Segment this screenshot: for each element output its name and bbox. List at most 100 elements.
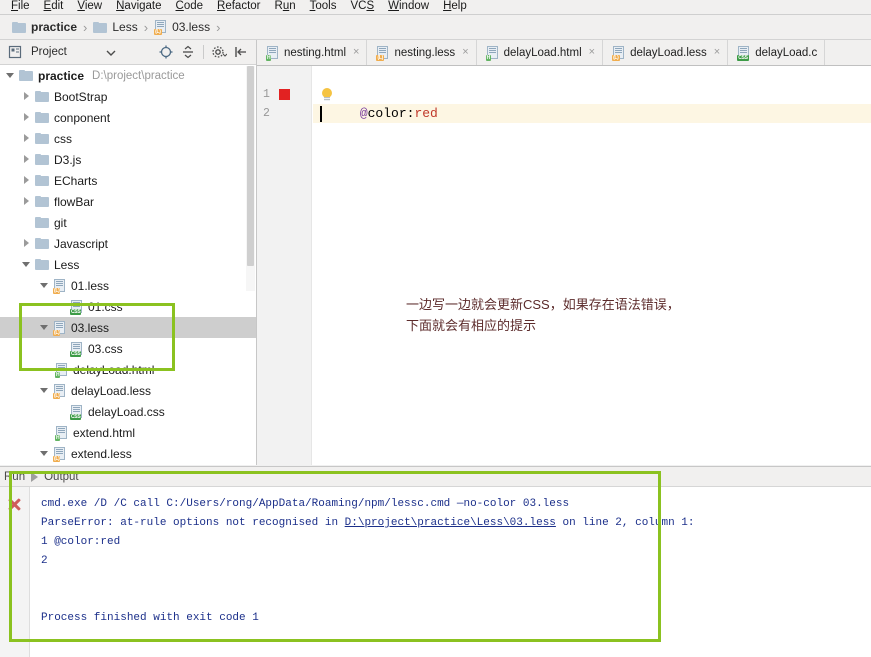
- tree-row-03-less[interactable]: (L) 03.less: [0, 317, 256, 338]
- menu-item-window[interactable]: Window: [381, 0, 436, 14]
- tree-row-javascript[interactable]: Javascript: [0, 233, 256, 254]
- breadcrumb-label: Less: [112, 20, 138, 34]
- menu-item-code[interactable]: Code: [169, 0, 211, 14]
- chevron-right-icon[interactable]: [22, 238, 33, 249]
- chevron-right-icon[interactable]: [22, 196, 33, 207]
- menu-post: ode: [183, 0, 204, 12]
- close-icon[interactable]: ×: [353, 47, 359, 58]
- html-file-icon: H: [485, 45, 499, 61]
- less-file-icon: (L): [53, 383, 66, 399]
- menu-item-vcs[interactable]: VCS: [343, 0, 381, 14]
- project-toolwindow-title: Project: [31, 46, 67, 58]
- menu-post: n: [289, 0, 296, 12]
- menu-item-edit[interactable]: Edit: [37, 0, 71, 14]
- tree-row-css[interactable]: css: [0, 128, 256, 149]
- tree-row-delayload-less[interactable]: (L) delayLoad.less: [0, 380, 256, 401]
- locate-icon[interactable]: [158, 44, 174, 60]
- tab-delayload-css[interactable]: CSS delayLoad.c: [728, 40, 826, 65]
- chevron-down-icon[interactable]: [6, 70, 17, 81]
- folder-icon: [35, 175, 49, 186]
- tree-row-03-css[interactable]: CSS 03.css: [0, 338, 256, 359]
- tree-row-01-css[interactable]: CSS 01.css: [0, 296, 256, 317]
- menu-item-tools[interactable]: Tools: [303, 0, 344, 14]
- folder-icon: [35, 217, 49, 228]
- menu-mnemonic: F: [11, 0, 19, 12]
- close-icon[interactable]: ×: [714, 47, 720, 58]
- tree-root-path: D:\project\practice: [92, 69, 185, 82]
- tree-row-extend-less[interactable]: (L) extend.less: [0, 443, 256, 464]
- tree-row-bootstrap[interactable]: BootStrap: [0, 86, 256, 107]
- tree-row-delayload-html[interactable]: H delayLoad.html: [0, 359, 256, 380]
- annotation-line-2: 下面就会有相应的提示: [406, 318, 537, 333]
- file-path-link[interactable]: D:\project\practice\Less\03.less: [345, 517, 556, 529]
- tab-delayload-less[interactable]: (L) delayLoad.less ×: [603, 40, 729, 65]
- chevron-right-icon[interactable]: [22, 133, 33, 144]
- tree-label: delayLoad.css: [88, 404, 165, 419]
- run-tab[interactable]: Run Output: [4, 471, 79, 483]
- chevron-down-icon[interactable]: [40, 280, 51, 291]
- tree-label: 01.css: [88, 299, 123, 314]
- menu-post: dit: [51, 0, 64, 12]
- chevron-down-icon[interactable]: [40, 448, 51, 459]
- tree-row-echarts[interactable]: ECharts: [0, 170, 256, 191]
- tree-row-flowbar[interactable]: flowBar: [0, 191, 256, 212]
- run-gutter: [0, 487, 30, 657]
- tree-label: ECharts: [54, 173, 98, 188]
- settings-gear-icon[interactable]: [211, 44, 228, 60]
- menu-post: ile: [18, 0, 30, 12]
- error-gutter-marker[interactable]: [279, 89, 290, 100]
- tree-row-extend-html[interactable]: H extend.html: [0, 422, 256, 443]
- menu-post: avigate: [124, 0, 162, 12]
- tab-delayload-html[interactable]: H delayLoad.html ×: [476, 40, 604, 65]
- ide-window: File Edit View Navigate Code Refactor Ru…: [0, 0, 871, 657]
- chevron-down-icon[interactable]: [22, 259, 33, 270]
- breadcrumb-item-practice[interactable]: practice ›: [12, 20, 93, 35]
- menu-item-view[interactable]: View: [70, 0, 109, 14]
- tree-row-practice[interactable]: practice D:\project\practice: [0, 65, 256, 86]
- menu-item-file[interactable]: File: [4, 0, 37, 14]
- chevron-down-icon[interactable]: [40, 322, 51, 333]
- console-output[interactable]: cmd.exe /D /C call C:/Users/rong/AppData…: [31, 487, 871, 657]
- tab-nesting-html[interactable]: H nesting.html ×: [257, 40, 368, 65]
- run-tab-bar: Run Output: [0, 467, 871, 487]
- chevron-right-icon[interactable]: [22, 154, 33, 165]
- chevron-right-icon[interactable]: [22, 112, 33, 123]
- tree-row-conponent[interactable]: conponent: [0, 107, 256, 128]
- close-icon[interactable]: ×: [589, 47, 595, 58]
- tree-row-less[interactable]: Less: [0, 254, 256, 275]
- collapse-all-icon[interactable]: [180, 44, 196, 60]
- annotation-line-1: 一边写一边就会更新CSS，如果存在语法错误，: [406, 297, 680, 312]
- editor-tabs: H nesting.html × (L) nesting.less × H de…: [257, 40, 871, 66]
- menu-item-run[interactable]: Run: [268, 0, 303, 14]
- folder-icon: [35, 196, 49, 207]
- chevron-right-icon[interactable]: [22, 91, 33, 102]
- breadcrumb-item-less[interactable]: Less ›: [93, 20, 154, 35]
- line-number: 2: [263, 107, 270, 120]
- tree-row-git[interactable]: git: [0, 212, 256, 233]
- tree-row-01-less[interactable]: (L) 01.less: [0, 275, 256, 296]
- chevron-right-icon[interactable]: [22, 175, 33, 186]
- project-tree-scrollbar[interactable]: [246, 66, 255, 291]
- menu-mnemonic: W: [388, 0, 399, 12]
- chevron-down-icon[interactable]: [40, 385, 51, 396]
- tree-row-d3js[interactable]: D3.js: [0, 149, 256, 170]
- tab-nesting-less[interactable]: (L) nesting.less ×: [367, 40, 477, 65]
- console-text-post: on line 2, column 1:: [555, 517, 695, 529]
- intention-bulb-icon[interactable]: [321, 88, 333, 102]
- menu-item-navigate[interactable]: Navigate: [109, 0, 168, 14]
- tree-label: delayLoad.html: [73, 362, 155, 377]
- menu-item-refactor[interactable]: Refactor: [210, 0, 267, 14]
- project-view-icon[interactable]: [7, 44, 23, 60]
- hide-icon[interactable]: [233, 44, 249, 60]
- tree-label: conponent: [54, 110, 111, 125]
- breadcrumb-item-03less[interactable]: (L) 03.less ›: [154, 20, 226, 35]
- editor-gutter[interactable]: 1 2: [257, 66, 312, 465]
- scrollbar-thumb[interactable]: [247, 66, 254, 266]
- project-tree[interactable]: practice D:\project\practice BootStrap c…: [0, 65, 256, 465]
- tree-row-delayload-css[interactable]: CSS delayLoad.css: [0, 401, 256, 422]
- close-icon[interactable]: ×: [462, 47, 468, 58]
- less-file-icon: (L): [376, 45, 389, 61]
- chevron-down-icon[interactable]: [103, 44, 119, 60]
- code-editor[interactable]: 1 2 @color:red 一边写一边就会更新CSS，如果存在语法错误， 下面…: [257, 66, 871, 465]
- menu-item-help[interactable]: Help: [436, 0, 474, 14]
